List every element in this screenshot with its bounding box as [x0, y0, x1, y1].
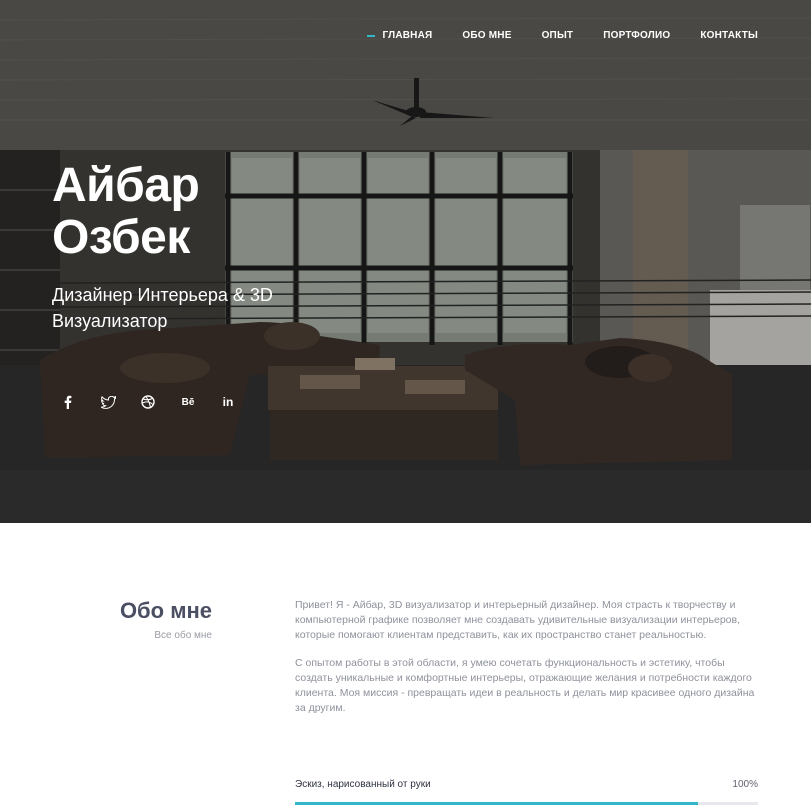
hero-section: ГЛАВНАЯ ОБО МНЕ ОПЫТ ПОРТФОЛИО КОНТАКТЫ …: [0, 0, 811, 523]
about-subtitle: Все обо мне: [154, 630, 212, 641]
main-nav: ГЛАВНАЯ ОБО МНЕ ОПЫТ ПОРТФОЛИО КОНТАКТЫ: [366, 30, 759, 41]
behance-icon[interactable]: Bē: [180, 394, 196, 410]
nav-item-experience[interactable]: ОПЫТ: [542, 30, 574, 41]
behance-glyph: Bē: [181, 396, 195, 408]
hero-name-line1: Айбар: [52, 159, 200, 212]
skill-value: 100%: [732, 779, 758, 790]
skill-item: Эскиз, нарисованный от руки 100%: [295, 779, 758, 805]
nav-item-contacts[interactable]: КОНТАКТЫ: [700, 30, 758, 41]
about-paragraph: Привет! Я - Айбар, 3D визуализатор и инт…: [295, 599, 740, 642]
hero-role-line1: Дизайнер Интерьера & 3D: [52, 285, 273, 305]
hero-role: Дизайнер Интерьера & 3D Визуализатор: [52, 282, 342, 334]
linkedin-glyph: in: [222, 395, 234, 409]
skill-progress-track: [295, 802, 758, 805]
skill-name: Эскиз, нарисованный от руки: [295, 779, 431, 790]
nav-item-portfolio[interactable]: ПОРТФОЛИО: [603, 30, 670, 41]
nav-item-label: ПОРТФОЛИО: [603, 30, 671, 41]
active-indicator: [366, 34, 375, 37]
hero-name: Айбар Озбек: [52, 160, 352, 264]
dribbble-icon[interactable]: [140, 394, 156, 410]
twitter-icon[interactable]: [100, 394, 116, 410]
nav-item-label: ОБО МНЕ: [462, 30, 512, 41]
skill-progress-fill: [295, 802, 698, 805]
about-text: Привет! Я - Айбар, 3D визуализатор и инт…: [295, 598, 760, 728]
nav-item-label: ГЛАВНАЯ: [382, 30, 433, 41]
facebook-icon[interactable]: [60, 394, 76, 410]
hero-role-line2: Визуализатор: [52, 311, 168, 331]
about-title: Обо мне: [119, 598, 212, 623]
nav-item-label: ОПЫТ: [541, 30, 574, 41]
hero-name-line2: Озбек: [52, 211, 190, 264]
nav-item-about[interactable]: ОБО МНЕ: [462, 30, 511, 41]
about-paragraph: С опытом работы в этой области, я умею с…: [295, 656, 755, 715]
nav-item-home[interactable]: ГЛАВНАЯ: [366, 30, 433, 41]
social-links: Bē in: [60, 394, 236, 410]
skill-row: Эскиз, нарисованный от руки 100%: [295, 779, 758, 790]
nav-item-label: КОНТАКТЫ: [700, 30, 758, 41]
linkedin-icon[interactable]: in: [220, 394, 236, 410]
